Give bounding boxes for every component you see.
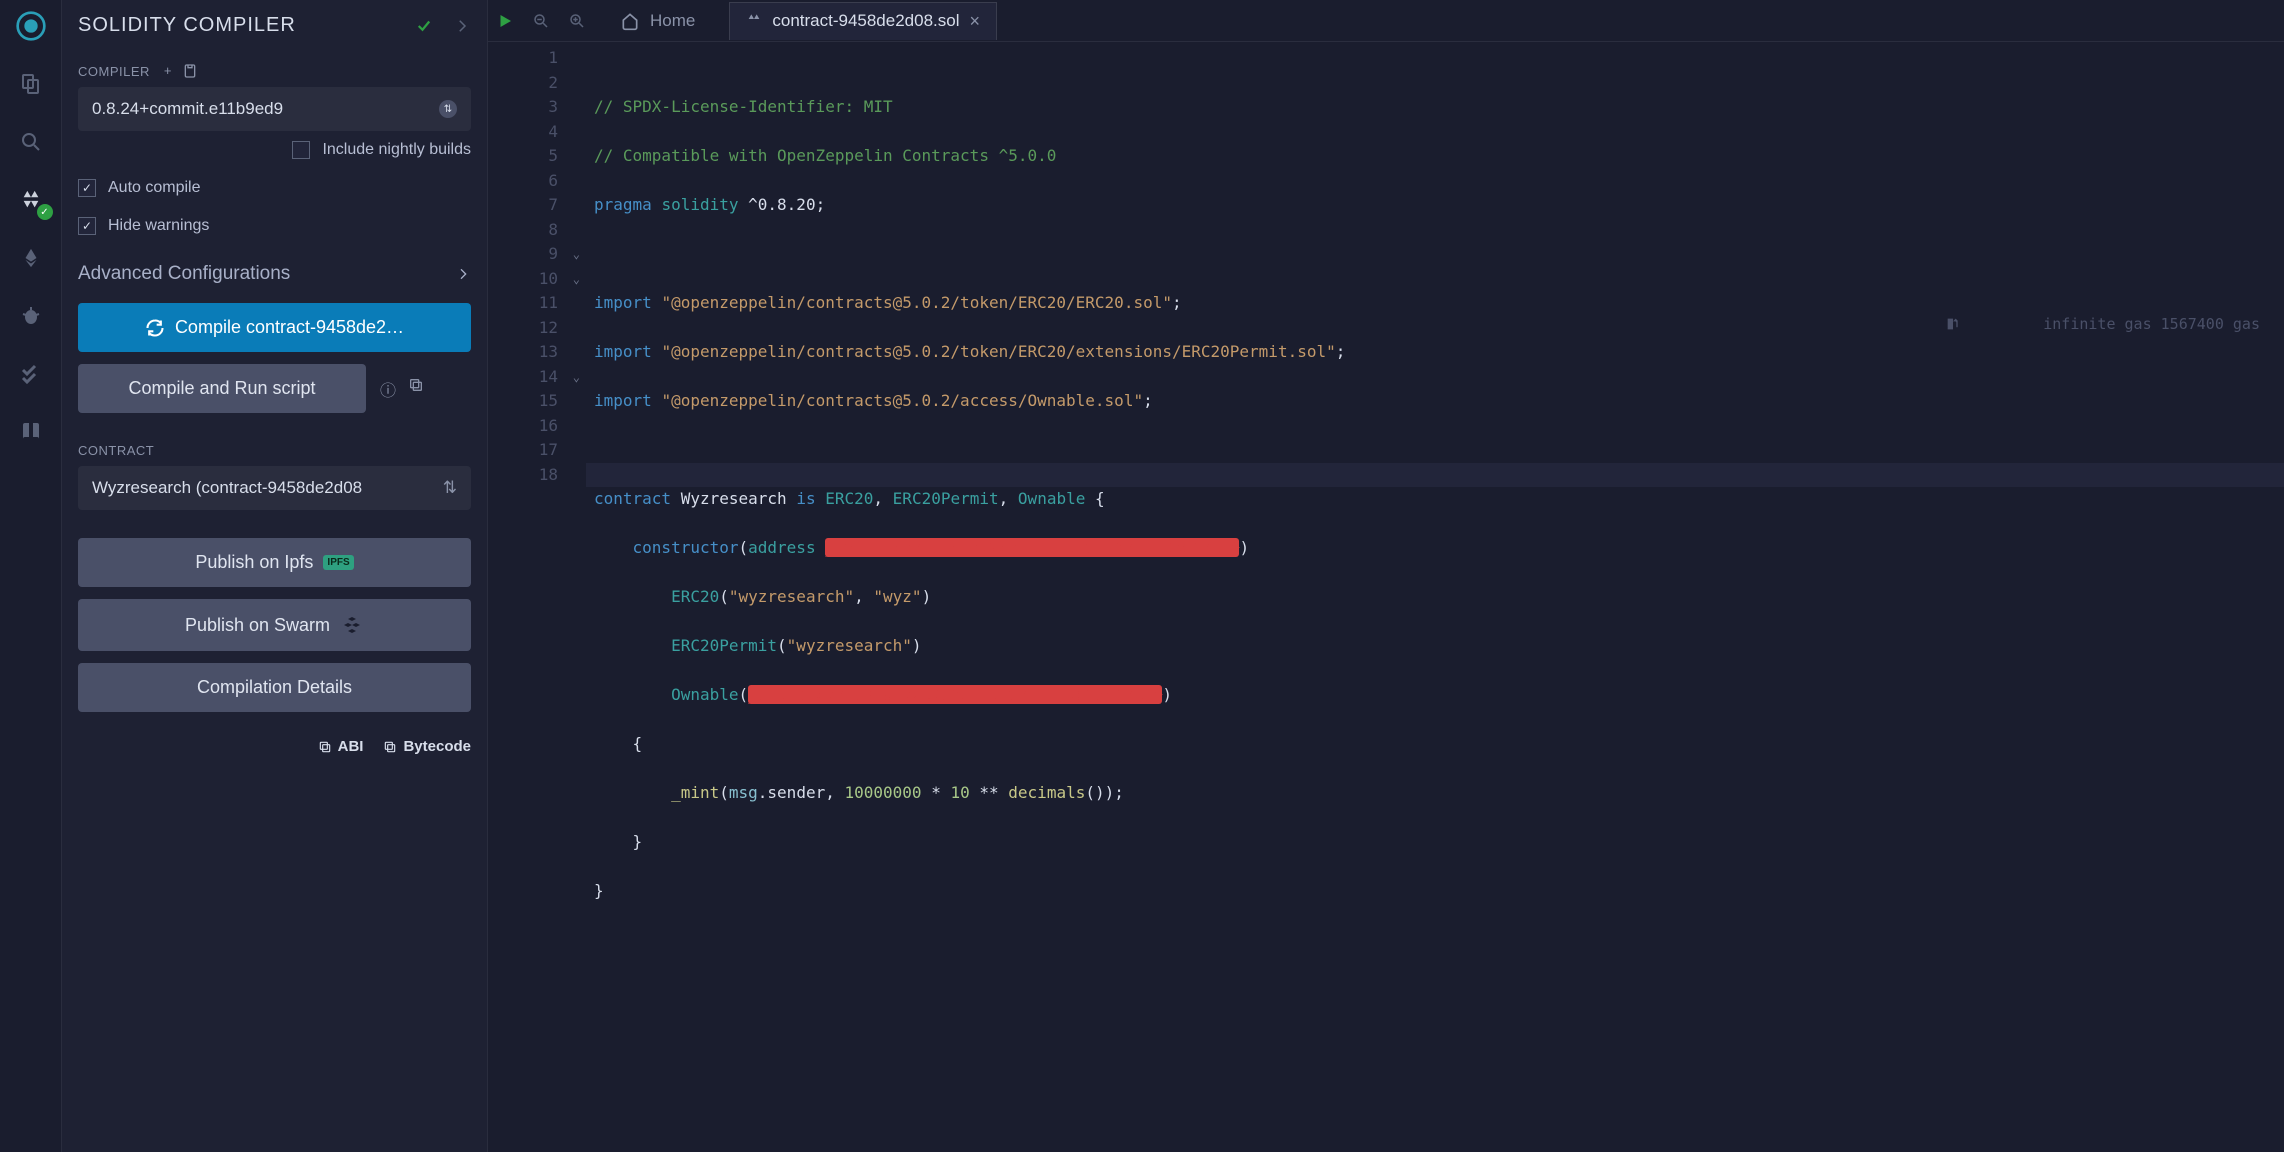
gas-annotation: infinite gas 1567400 gas (1945, 267, 2260, 381)
publish-ipfs-button[interactable]: Publish on Ipfs IPFS (78, 538, 471, 587)
compile-check-icon[interactable] (415, 17, 433, 35)
tab-home-label: Home (650, 11, 695, 31)
fold-icon[interactable]: ⌄ (573, 267, 580, 292)
copy-abi-button[interactable]: ABI (318, 738, 364, 755)
zoom-out-icon[interactable] (532, 12, 550, 30)
compile-run-button[interactable]: Compile and Run script (78, 364, 366, 413)
compiler-label: COMPILER (78, 64, 150, 79)
publish-swarm-button[interactable]: Publish on Swarm (78, 599, 471, 651)
select-arrow-icon: ⇅ (439, 100, 457, 118)
contract-select[interactable]: Wyzresearch (contract-9458de2d08 ⇅ (78, 466, 471, 510)
docs-icon[interactable] (13, 414, 49, 450)
compiler-panel: SOLIDITY COMPILER COMPILER + 0.8.24+comm… (62, 0, 488, 1152)
compile-run-label: Compile and Run script (128, 378, 315, 399)
deploy-icon[interactable] (13, 240, 49, 276)
refresh-icon (145, 318, 165, 338)
checks-icon[interactable] (13, 356, 49, 392)
compile-success-badge: ✓ (37, 204, 53, 220)
compilation-details-button[interactable]: Compilation Details (78, 663, 471, 712)
main-area: Home contract-9458de2d08.sol × 1 2 3 4 5… (488, 0, 2284, 1152)
compiler-file-icon[interactable] (182, 63, 198, 79)
swarm-icon (340, 613, 364, 637)
solidity-file-icon (746, 13, 762, 29)
fold-icon[interactable]: ⌄ (573, 242, 580, 267)
nightly-builds-label: Include nightly builds (322, 141, 471, 159)
gas-hint-text: infinite gas 1567400 gas (2043, 312, 2260, 337)
solidity-compiler-icon[interactable]: ✓ (13, 182, 49, 218)
panel-title: SOLIDITY COMPILER (78, 14, 296, 37)
code-content[interactable]: // SPDX-License-Identifier: MIT // Compa… (586, 42, 2284, 1152)
code-editor[interactable]: 1 2 3 4 5 6 7 8 9⌄ 10⌄ 11 12 13 14⌄ 15 1… (488, 42, 2284, 1152)
gas-pump-icon (1945, 267, 2035, 381)
add-compiler-icon[interactable]: + (164, 63, 172, 79)
redacted-address: _0xBFd1c77E095dB72c70A5D0BE07F87F5dC8547… (825, 538, 1239, 557)
abi-label: ABI (338, 738, 364, 755)
line-gutter: 1 2 3 4 5 6 7 8 9⌄ 10⌄ 11 12 13 14⌄ 15 1… (488, 42, 586, 1152)
contract-label: CONTRACT (78, 443, 154, 458)
contract-selected-value: Wyzresearch (contract-9458de2d08 (92, 478, 362, 498)
activity-bar: ✓ (0, 0, 62, 1152)
compiler-version-value: 0.8.24+commit.e11b9ed9 (92, 99, 283, 119)
select-arrow-icon: ⇅ (443, 478, 457, 498)
debugger-icon[interactable] (13, 298, 49, 334)
redacted-address: _0xBFd1c77E095dB72c70A5D0BE07F87F5dC8547… (748, 685, 1162, 704)
compilation-details-label: Compilation Details (197, 677, 352, 698)
compile-button[interactable]: Compile contract-9458de2… (78, 303, 471, 352)
chevron-right-icon (455, 266, 471, 282)
fold-icon[interactable]: ⌄ (573, 365, 580, 390)
copy-bytecode-button[interactable]: Bytecode (383, 738, 471, 755)
play-icon[interactable] (496, 12, 514, 30)
hide-warnings-label: Hide warnings (108, 217, 209, 235)
auto-compile-checkbox[interactable]: ✓ (78, 179, 96, 197)
file-explorer-icon[interactable] (13, 66, 49, 102)
tab-file-label: contract-9458de2d08.sol (772, 11, 959, 31)
compile-button-label: Compile contract-9458de2… (175, 317, 404, 338)
tab-home[interactable]: Home (604, 3, 711, 39)
search-icon[interactable] (13, 124, 49, 160)
ipfs-icon: IPFS (323, 555, 353, 570)
tab-contract-file[interactable]: contract-9458de2d08.sol × (729, 2, 997, 40)
nightly-builds-checkbox[interactable] (292, 141, 310, 159)
auto-compile-label: Auto compile (108, 179, 201, 197)
publish-ipfs-label: Publish on Ipfs (195, 552, 313, 573)
close-tab-icon[interactable]: × (970, 11, 981, 32)
remix-logo-icon[interactable] (13, 8, 49, 44)
advanced-config-label: Advanced Configurations (78, 263, 290, 285)
compiler-version-select[interactable]: 0.8.24+commit.e11b9ed9 ⇅ (78, 87, 471, 131)
hide-warnings-checkbox[interactable]: ✓ (78, 217, 96, 235)
publish-swarm-label: Publish on Swarm (185, 615, 330, 636)
info-icon[interactable]: ⓘ (380, 377, 396, 401)
home-icon (620, 11, 640, 31)
chevron-right-icon[interactable] (453, 17, 471, 35)
copy-icon[interactable] (408, 377, 424, 401)
advanced-config-toggle[interactable]: Advanced Configurations (78, 245, 471, 303)
editor-toolbar: Home contract-9458de2d08.sol × (488, 0, 2284, 42)
bytecode-label: Bytecode (403, 738, 471, 755)
zoom-in-icon[interactable] (568, 12, 586, 30)
